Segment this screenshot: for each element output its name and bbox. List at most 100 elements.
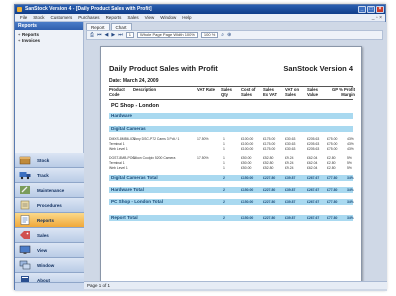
zoom-options[interactable]: Whole Page Page Width 100% — [137, 32, 198, 38]
cell-code: Web Level 1 — [109, 166, 128, 170]
total-label: Hardware Total — [111, 187, 144, 192]
first-page-icon[interactable]: ⏮ — [97, 32, 102, 38]
cell-cost: £100.00 — [241, 147, 254, 151]
page-number-field[interactable]: 1 — [125, 32, 134, 38]
total-row: Digital Cameras Total 2 £150.00 £227.80 £39.… — [109, 175, 354, 181]
cell-ex: £52.80 — [263, 161, 274, 165]
cell-vatv: £9.24 — [285, 156, 294, 160]
cell-gp: £2.80 — [327, 156, 336, 160]
nav-reports-label: Reports — [37, 217, 55, 223]
menu-help[interactable]: Help — [179, 15, 194, 20]
total-qty: 2 — [223, 216, 225, 220]
cell-ex: £52.80 — [263, 156, 274, 160]
minimize-button[interactable]: _ — [358, 6, 366, 13]
table-row: DGST-8MB-POC Nikon Coolpix 5200 Camera 17.… — [109, 156, 353, 160]
cell-cost: £50.00 — [241, 166, 252, 170]
nav-window[interactable]: Window — [15, 258, 84, 273]
cell-vatv: £9.24 — [285, 161, 294, 165]
cell-m: 5% — [347, 166, 352, 170]
tab-report[interactable]: Report — [86, 23, 110, 30]
windows-icon — [19, 260, 31, 270]
status-bar: Page 1 of 1 — [84, 281, 387, 289]
cell-qty: 1 — [223, 156, 225, 160]
report-date: Date: March 24, 2009 — [109, 78, 159, 84]
menu-reports[interactable]: Reports — [103, 15, 125, 20]
sidebar-header: Reports — [15, 22, 83, 30]
report-title: Daily Product Sales with Profit — [109, 64, 218, 73]
cell-qty: 1 — [223, 142, 225, 146]
menu-customers[interactable]: Customers — [48, 15, 76, 20]
nav-sales-label: Sales — [37, 232, 49, 238]
nav-sales[interactable]: Sales — [15, 228, 84, 243]
nav-track-label: Track — [37, 172, 49, 178]
window-title: SanStock Version 4 - [Daily Product Sale… — [25, 6, 152, 12]
cell-ex: £175.00 — [263, 147, 276, 151]
zoom-field[interactable]: 100 % — [200, 32, 219, 38]
cell-qty: 1 — [223, 147, 225, 151]
total-val: £267.67 — [307, 200, 320, 204]
report-page: Daily Product Sales with Profit SanStock… — [100, 46, 362, 282]
maximize-button[interactable]: □ — [367, 6, 375, 13]
mdi-controls[interactable]: _ ▫ × — [372, 15, 382, 21]
total-vatv: £39.87 — [285, 176, 296, 180]
total-qty: 2 — [223, 176, 225, 180]
report-tree: Reports Invoices — [15, 30, 83, 46]
menu-window[interactable]: Window — [157, 15, 179, 20]
nav-view[interactable]: View — [15, 243, 84, 258]
cell-qty: 1 — [223, 137, 225, 141]
cell-m: 5% — [347, 156, 352, 160]
cell-vatv: £9.24 — [285, 166, 294, 170]
col-cost-of-sales: Cost of Sales — [241, 87, 256, 97]
table-row: Terminal 1 1 £50.00 £52.80 £9.24 £62.04 £2.80 5… — [109, 161, 353, 165]
last-page-icon[interactable]: ⏭ — [118, 32, 123, 38]
cell-m: 43% — [347, 147, 354, 151]
nav-procedures[interactable]: Procedures — [15, 198, 84, 213]
col-product-code: Product Code — [109, 87, 125, 97]
total-vatv: £39.87 — [285, 216, 296, 220]
total-vatv: £39.87 — [285, 200, 296, 204]
tree-item-invoices[interactable]: Invoices — [18, 38, 80, 44]
menu-stock[interactable]: Stock — [30, 15, 47, 20]
cell-desc: Nikon Coolpix 5200 Camera — [133, 156, 176, 160]
nav-footer — [15, 282, 84, 291]
shop-heading: PC Shop - London — [111, 103, 159, 109]
total-ex: £227.80 — [263, 200, 276, 204]
next-page-icon[interactable]: ▶ — [111, 32, 115, 38]
close-button[interactable]: × — [376, 6, 384, 13]
nav-reports[interactable]: Reports — [15, 213, 84, 228]
nav-track[interactable]: Track — [15, 168, 84, 183]
truck-icon — [19, 172, 31, 180]
search-icon[interactable]: ⌕ — [221, 32, 224, 38]
total-row: Report Total 2 £150.00 £227.80 £39.87 £267.67… — [109, 215, 354, 221]
col-sales-qty: Sales Qty — [221, 87, 232, 97]
total-cost: £150.00 — [241, 200, 254, 204]
cell-vat: 17.50% — [197, 137, 209, 141]
col-gp-margin: GP % Profit Margin — [332, 87, 355, 97]
menu-file[interactable]: File — [17, 15, 30, 20]
prev-page-icon[interactable]: ◀ — [105, 32, 109, 38]
tab-chart[interactable]: Chart — [110, 23, 132, 30]
doc-tabs: Report Chart — [86, 23, 132, 30]
cell-cost: £100.00 — [241, 142, 254, 146]
total-m: 34% — [347, 188, 354, 192]
cell-m: 43% — [347, 137, 354, 141]
box-icon — [19, 156, 31, 165]
nav-stock[interactable]: Stock — [15, 153, 84, 168]
total-cost: £150.00 — [241, 188, 254, 192]
print-icon[interactable]: ⎙ — [90, 32, 94, 38]
menu-purchases[interactable]: Purchases — [75, 15, 102, 20]
nav-window-label: Window — [37, 262, 55, 268]
total-ex: £227.80 — [263, 216, 276, 220]
cell-vatv: £30.63 — [285, 142, 296, 146]
zoom-in-icon[interactable]: ⊕ — [227, 32, 231, 38]
cell-ex: £52.80 — [263, 166, 274, 170]
cell-qty: 1 — [223, 166, 225, 170]
cell-m: 43% — [347, 142, 354, 146]
menu-view[interactable]: View — [142, 15, 158, 20]
menu-sales[interactable]: Sales — [124, 15, 141, 20]
nav-maintenance-label: Maintenance — [37, 187, 65, 193]
nav-maintenance[interactable]: Maintenance — [15, 183, 84, 198]
total-label: PC Shop - London Total — [111, 199, 163, 204]
cell-gp: £2.80 — [327, 161, 336, 165]
total-row: PC Shop - London Total 2 £150.00 £227.80 £39… — [109, 199, 354, 205]
